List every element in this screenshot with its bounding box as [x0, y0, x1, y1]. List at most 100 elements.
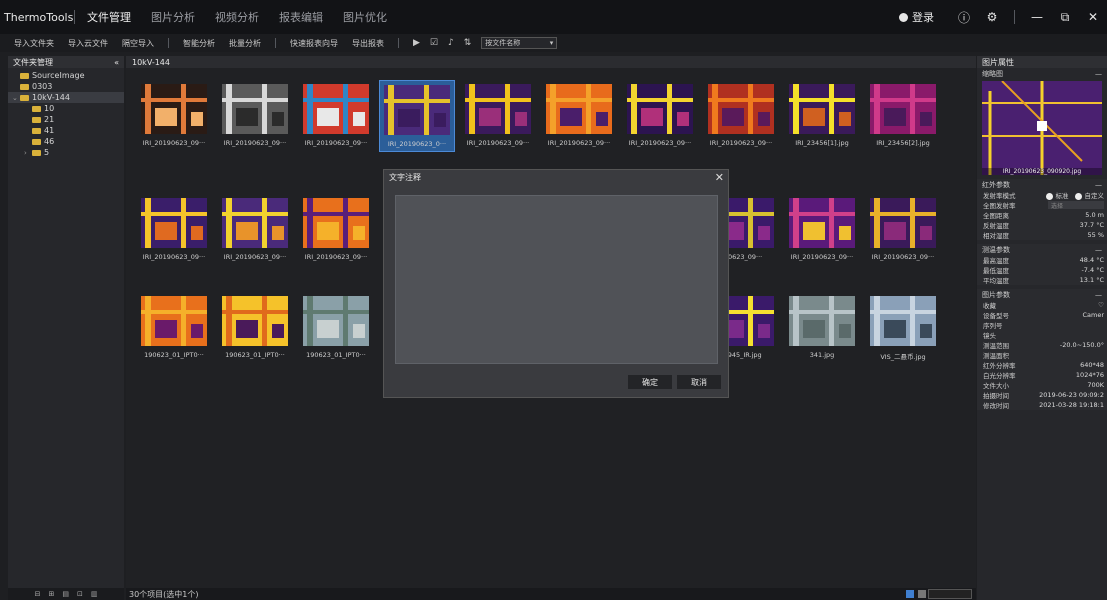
thumbnail-label: IRI_20190623_09··· [628, 139, 692, 147]
tree-item[interactable]: SourceImage [8, 70, 124, 81]
thumbnail-item[interactable]: IRI_20190623_09··· [298, 80, 374, 150]
thumbnail-shape [789, 212, 855, 216]
thumbnail-item[interactable]: IRI_20190623_09··· [784, 194, 860, 264]
delete-icon[interactable]: ▥ [91, 590, 98, 598]
sort-icon[interactable]: ⇅ [464, 38, 472, 48]
thumbnail-item[interactable]: IRI_20190623_09··· [865, 194, 941, 264]
tab-video-analysis[interactable]: 视频分析 [215, 9, 259, 25]
thumbnail-item[interactable]: 190623_01_IPT0··· [298, 292, 374, 362]
thumbnail-item[interactable]: 341.jpg [784, 292, 860, 362]
thumbnail-item[interactable]: IRI_20190623_09··· [541, 80, 617, 150]
tree-item[interactable]: ⌄ 10kV-144 [8, 92, 124, 103]
thumbnail-shape [829, 198, 834, 248]
annotation-text-input[interactable] [395, 195, 718, 364]
thumbnail-item[interactable]: IRI_20190623_09··· [298, 194, 374, 264]
tree-item[interactable]: 41 [8, 125, 124, 136]
import-cloud-button[interactable]: 导入云文件 [68, 38, 108, 49]
thumbnail-label: IRI_20190623_09··· [547, 139, 611, 147]
tree-item-label: 0303 [32, 82, 53, 91]
property-value: 1024*76 [1075, 371, 1104, 379]
thumbnail-shape [712, 84, 718, 134]
collapse-icon[interactable]: — [1095, 291, 1102, 299]
tree-caret-icon[interactable]: › [24, 149, 32, 157]
sort-select[interactable]: 按文件名称 ▾ [481, 37, 558, 49]
thumbnail-item[interactable]: IRI_20190623_09··· [136, 80, 212, 150]
import-folder-button[interactable]: 导入文件夹 [14, 38, 54, 49]
thumbnail-item[interactable]: IRI_20190623_09··· [460, 80, 536, 150]
folder-icon [20, 94, 29, 101]
custom-radio[interactable] [1074, 192, 1082, 200]
thumbnail-item[interactable]: IRI_20190623_09··· [217, 80, 293, 150]
export-report-button[interactable]: 导出报表 [352, 38, 384, 49]
tab-image-analysis[interactable]: 图片分析 [151, 9, 195, 25]
thumbnail-image [789, 296, 855, 346]
collapse-icon[interactable]: « [114, 58, 119, 67]
standard-radio[interactable] [1045, 192, 1053, 200]
property-value: 2021-03-28 19:18:1 [1039, 401, 1104, 409]
smart-analysis-button[interactable]: 智能分析 [183, 38, 215, 49]
close-button[interactable]: ✕ [1079, 10, 1107, 24]
list-view-icon[interactable] [918, 590, 926, 598]
minimize-button[interactable]: — [1023, 10, 1051, 24]
collapse-icon[interactable]: — [1095, 70, 1102, 78]
tree-item[interactable]: 0303 [8, 81, 124, 92]
tree-caret-icon[interactable]: ⌄ [12, 94, 20, 102]
thumbnail-shape [226, 296, 232, 346]
thumbnail-item[interactable]: 190623_01_IPT0··· [136, 292, 212, 362]
thumbnail-item[interactable]: IRI_20190623_09··· [136, 194, 212, 264]
login-button[interactable]: 登录 [899, 9, 934, 25]
collapse-icon[interactable]: — [1095, 246, 1102, 254]
thumbnail-shape [303, 212, 369, 216]
tab-file-management[interactable]: 文件管理 [87, 9, 131, 25]
toolbar-separator [275, 38, 276, 48]
thumbnail-item[interactable]: IRI_20190623_0··· [379, 80, 455, 152]
edit-icon[interactable]: ☑ [430, 38, 438, 48]
play-icon[interactable]: ▶ [413, 38, 420, 48]
batch-analysis-button[interactable]: 批量分析 [229, 38, 261, 49]
cancel-button[interactable]: 取消 [677, 375, 721, 389]
zoom-slider[interactable] [928, 589, 972, 599]
tree-item[interactable]: 10 [8, 103, 124, 114]
tab-image-optimization[interactable]: 图片优化 [343, 9, 387, 25]
thumbnail-image [870, 84, 936, 134]
close-icon[interactable]: ✕ [715, 171, 724, 184]
thumbnail-shape [586, 84, 591, 134]
thumbnail-shape [424, 85, 429, 135]
property-value: -20.0~150.0° [1059, 341, 1104, 349]
heart-icon[interactable]: ♡ [1098, 301, 1104, 309]
thumbnail-item[interactable]: IRI_23456[1].jpg [784, 80, 860, 150]
thumbnail-item[interactable]: IRI_20190623_09··· [217, 194, 293, 264]
tree-item[interactable]: › 5 [8, 147, 124, 158]
thumbnail-label: IRI_20190623_09··· [466, 139, 530, 147]
grid-view-icon[interactable] [906, 590, 914, 598]
add-folder-icon[interactable]: ⊟ [35, 590, 41, 598]
thumbnail-label: IRI_20190623_09··· [223, 139, 287, 147]
aerial-import-button[interactable]: 隔空导入 [122, 38, 154, 49]
sort-select-value: 按文件名称 [485, 39, 521, 47]
thumbnail-item[interactable]: IRI_20190623_09··· [622, 80, 698, 150]
gear-icon[interactable]: ⚙ [978, 10, 1006, 24]
help-icon[interactable]: ⓘ [950, 9, 978, 26]
global-emissivity-select[interactable]: 选择 [1048, 201, 1104, 210]
restore-button[interactable]: ⧉ [1051, 10, 1079, 25]
tree-item[interactable]: 21 [8, 114, 124, 125]
refresh-icon[interactable]: ⊡ [77, 590, 83, 598]
property-label: 测温面积 [983, 352, 1009, 360]
property-row: 镜头 [977, 330, 1107, 340]
thumbnail-shape [181, 198, 186, 248]
microphone-icon[interactable]: ♪ [448, 38, 454, 48]
dialog-title: 文字注释 [389, 172, 421, 182]
thumbnail-item[interactable]: VIS_二悬币.jpg [865, 292, 941, 364]
tab-report-editing[interactable]: 报表编辑 [279, 9, 323, 25]
thumbnail-shape [829, 296, 834, 346]
tree-item[interactable]: 46 [8, 136, 124, 147]
thumbnail-shape [667, 84, 672, 134]
new-folder-icon[interactable]: ⊞ [48, 590, 54, 598]
quick-report-button[interactable]: 快速报表向导 [290, 38, 338, 49]
collapse-icon[interactable]: — [1095, 181, 1102, 189]
thumbnail-item[interactable]: IRI_20190623_09··· [703, 80, 779, 150]
thumbnail-item[interactable]: 190623_01_IPT0··· [217, 292, 293, 362]
thumbnail-item[interactable]: IRI_23456[2].jpg [865, 80, 941, 150]
ok-button[interactable]: 确定 [628, 375, 672, 389]
open-folder-icon[interactable]: ▤ [62, 590, 69, 598]
